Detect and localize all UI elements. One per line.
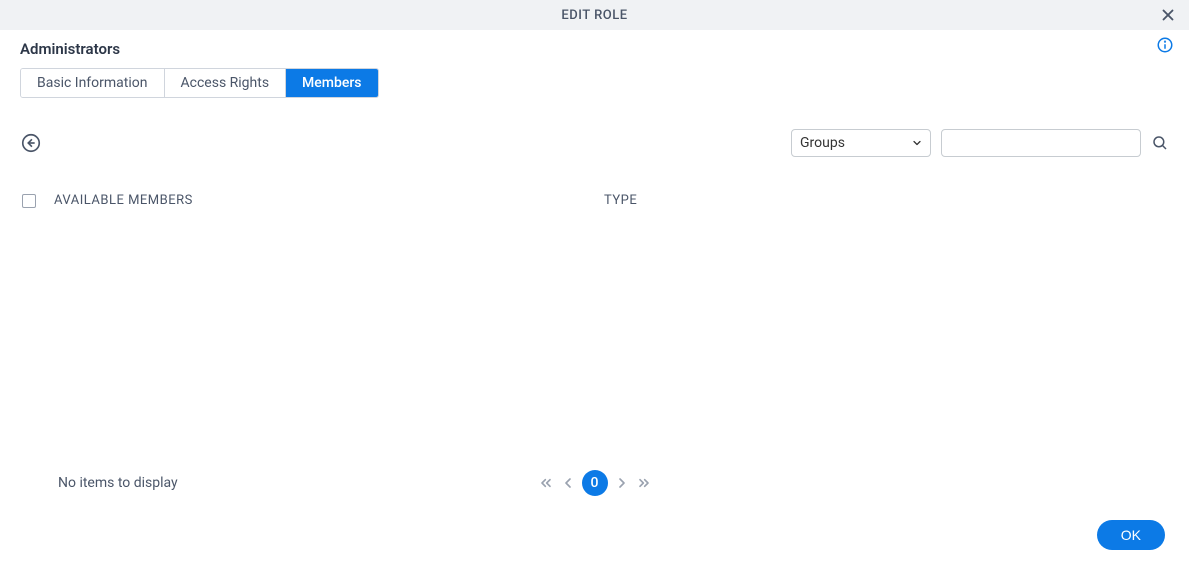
filter-type-select[interactable]: Groups bbox=[791, 129, 931, 157]
ok-button[interactable]: OK bbox=[1097, 520, 1165, 550]
select-all-checkbox[interactable] bbox=[22, 194, 36, 208]
toolbar: Groups bbox=[20, 128, 1169, 158]
first-page-icon[interactable] bbox=[538, 475, 554, 491]
tab-members[interactable]: Members bbox=[286, 69, 377, 97]
close-icon[interactable] bbox=[1159, 6, 1177, 24]
pagination: 0 bbox=[538, 470, 652, 496]
tab-basic-information[interactable]: Basic Information bbox=[21, 69, 165, 97]
back-icon[interactable] bbox=[20, 132, 42, 154]
column-type: TYPE bbox=[604, 193, 637, 208]
filter-type-value: Groups bbox=[791, 129, 931, 157]
action-row: OK bbox=[1097, 520, 1165, 550]
prev-page-icon[interactable] bbox=[560, 475, 576, 491]
table-body bbox=[20, 208, 1169, 458]
tabs: Basic Information Access Rights Members bbox=[20, 68, 379, 98]
modal-title: EDIT ROLE bbox=[561, 8, 627, 23]
last-page-icon[interactable] bbox=[636, 475, 652, 491]
search-input[interactable] bbox=[941, 129, 1141, 157]
modal-content: Administrators Basic Information Access … bbox=[0, 30, 1189, 498]
table-footer: No items to display 0 bbox=[20, 468, 1169, 498]
empty-message: No items to display bbox=[58, 475, 178, 491]
next-page-icon[interactable] bbox=[614, 475, 630, 491]
modal-header: EDIT ROLE bbox=[0, 0, 1189, 30]
role-name: Administrators bbox=[20, 40, 1169, 58]
column-available-members: AVAILABLE MEMBERS bbox=[54, 193, 604, 208]
table-header: AVAILABLE MEMBERS TYPE bbox=[20, 193, 1169, 208]
current-page[interactable]: 0 bbox=[582, 470, 608, 496]
info-icon[interactable] bbox=[1156, 36, 1174, 54]
search-icon[interactable] bbox=[1151, 134, 1169, 152]
tab-access-rights[interactable]: Access Rights bbox=[165, 69, 287, 97]
